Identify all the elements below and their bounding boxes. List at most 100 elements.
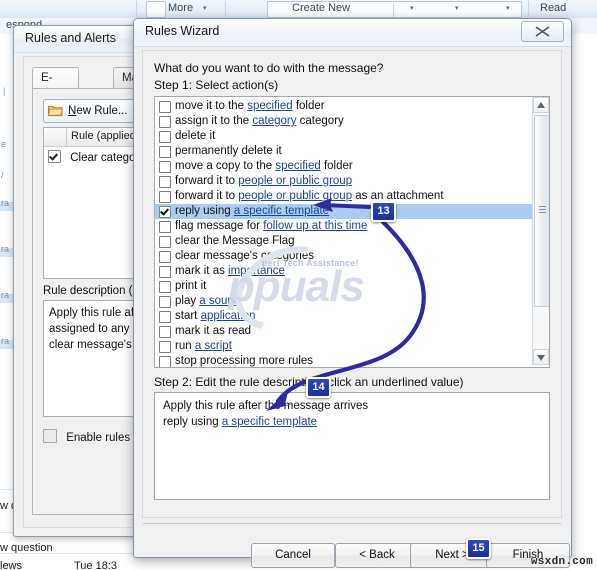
action-checkbox[interactable] [159, 146, 171, 158]
action-label: delete it [175, 130, 215, 142]
action-row[interactable]: delete it [155, 129, 532, 144]
new-rule-button[interactable]: New Rule... [43, 99, 136, 123]
action-checkbox[interactable] [159, 341, 171, 353]
action-value-link[interactable]: importance [228, 265, 285, 277]
action-row[interactable]: move it to the specified folder [155, 99, 532, 114]
action-value-link[interactable]: a specific template [234, 205, 329, 217]
action-row[interactable]: permanently delete it [155, 144, 532, 159]
action-label-pre: flag message for [175, 220, 264, 232]
tab-email-rules[interactable]: E-mail Rules [32, 67, 80, 126]
enable-rules-checkbox[interactable] [43, 429, 57, 443]
action-label-pre: forward it to [175, 175, 239, 187]
step2-label-post: an underlined value) [351, 375, 464, 389]
action-row[interactable]: flag message for follow up at this time [155, 219, 532, 234]
action-checkbox[interactable] [159, 161, 171, 173]
action-checkbox[interactable] [159, 296, 171, 308]
scrollbar-thumb[interactable] [534, 115, 549, 307]
action-row[interactable]: forward it to people or public group as … [155, 189, 532, 204]
action-list-scrollbar[interactable] [532, 97, 549, 365]
action-label: run a script [175, 340, 232, 352]
rules-wizard-dialog: Rules Wizard What do you want to do with… [133, 18, 572, 568]
rules-wizard-panel: What do you want to do with the message?… [142, 50, 562, 518]
action-row[interactable]: assign it to the category category [155, 114, 532, 129]
action-value-link[interactable]: application [201, 310, 256, 322]
close-button[interactable] [521, 21, 564, 42]
back-button[interactable]: < Back [335, 543, 419, 568]
action-row[interactable]: mark it as read [155, 324, 532, 339]
action-row[interactable]: clear the Message Flag [155, 234, 532, 249]
action-label: move a copy to the specified folder [175, 160, 353, 172]
action-value-link[interactable]: a sound [199, 295, 240, 307]
action-value-link[interactable]: a script [195, 340, 232, 352]
folder-icon [48, 105, 63, 117]
ribbon-read-label: Read [540, 2, 567, 14]
action-label: move it to the specified folder [175, 100, 325, 112]
action-checkbox[interactable] [159, 266, 171, 278]
action-checkbox[interactable] [159, 251, 171, 263]
ribbon-overflow-icon-2[interactable]: ▾ [455, 4, 459, 12]
action-checkbox[interactable] [159, 116, 171, 128]
action-value-link[interactable]: people or public group [238, 175, 352, 187]
action-row[interactable]: move a copy to the specified folder [155, 159, 532, 174]
watermark-corner: wsxdn.com [530, 556, 593, 568]
action-value-link[interactable]: people or public group [238, 190, 352, 202]
action-row[interactable]: mark it as importance [155, 264, 532, 279]
action-label: start application [175, 310, 256, 322]
rule-enabled-checkbox[interactable] [48, 150, 61, 163]
create-new-dropdown-icon[interactable]: ▾ [506, 4, 510, 12]
action-label-pre: permanently delete it [175, 145, 282, 157]
rules-wizard-titlebar[interactable]: Rules Wizard [134, 19, 571, 47]
action-label-pre: move it to the [175, 100, 248, 112]
action-checkbox[interactable] [159, 311, 171, 323]
scroll-up-button[interactable] [533, 97, 549, 113]
action-value-link[interactable]: follow up at this time [263, 220, 367, 232]
new-rule-label: New Rule... [68, 105, 128, 117]
action-checkbox[interactable] [159, 326, 171, 338]
action-row[interactable]: start application [155, 309, 532, 324]
action-label-post: folder [320, 160, 353, 172]
rule-description-line: assigned to any ca [49, 323, 145, 335]
action-row[interactable]: clear message's categories [155, 249, 532, 264]
action-row[interactable]: reply using a specific template [155, 204, 532, 219]
action-checkbox[interactable] [159, 356, 171, 367]
ribbon-more-label: More [168, 2, 194, 14]
action-checkbox[interactable] [159, 221, 171, 233]
action-row[interactable]: stop processing more rules [155, 354, 532, 367]
action-label-pre: delete it [175, 130, 216, 142]
close-icon [535, 26, 550, 37]
scroll-down-button[interactable] [533, 349, 549, 365]
action-label: clear message's categories [175, 250, 314, 262]
rule-description-editor[interactable]: Apply this rule after the message arrive… [154, 392, 550, 500]
action-checkbox[interactable] [159, 206, 171, 218]
action-label-pre: reply using [175, 205, 234, 217]
action-value-link[interactable]: category [252, 115, 296, 127]
button-bar-divider [143, 523, 561, 524]
action-checkbox[interactable] [159, 236, 171, 248]
action-row[interactable]: forward it to people or public group [155, 174, 532, 189]
action-row[interactable]: print it [155, 279, 532, 294]
action-checkbox[interactable] [159, 191, 171, 203]
action-row[interactable]: play a sound [155, 294, 532, 309]
action-checkbox[interactable] [159, 131, 171, 143]
action-label-post: folder [292, 100, 325, 112]
step2-label-hidden: click [328, 375, 352, 389]
action-label: stop processing more rules [175, 355, 313, 367]
action-label: permanently delete it [175, 145, 282, 157]
ribbon-overflow-icon-1[interactable]: ▾ [410, 4, 414, 12]
action-label-pre: mark it as read [175, 325, 252, 337]
action-value-link[interactable]: specified [247, 100, 292, 112]
more-dropdown-icon[interactable]: ▾ [203, 4, 207, 12]
action-list[interactable]: move it to the specified folder assign it… [154, 96, 550, 368]
action-checkbox[interactable] [159, 176, 171, 188]
rules-and-alerts-title: Rules and Alerts [25, 31, 117, 45]
action-row[interactable]: run a script [155, 339, 532, 354]
action-label-pre: stop processing more rules [175, 355, 314, 367]
mail-list-item[interactable]: lews [0, 560, 22, 570]
specific-template-link[interactable]: a specific template [222, 416, 317, 428]
action-checkbox[interactable] [159, 101, 171, 113]
action-value-link[interactable]: specified [275, 160, 320, 172]
action-label: mark it as read [175, 325, 251, 337]
action-checkbox[interactable] [159, 281, 171, 293]
cancel-button[interactable]: Cancel [251, 543, 335, 568]
ribbon-bar: More ▾ Create New ▾ ▾ ▾ Read [0, 0, 597, 19]
